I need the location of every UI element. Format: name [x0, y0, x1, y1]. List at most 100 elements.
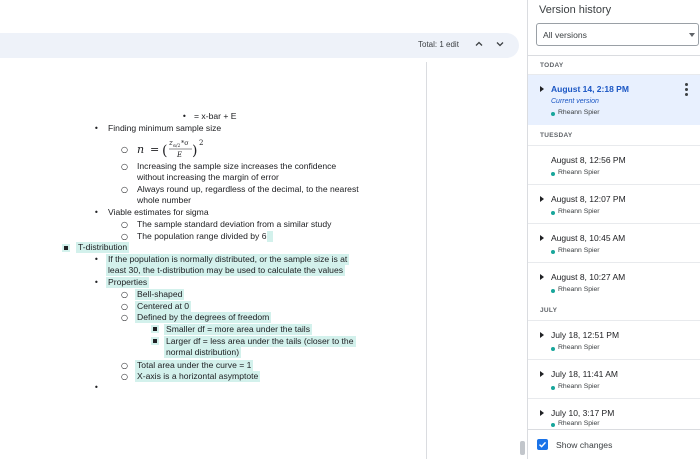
- version-date: August 14, 2:18 PM: [551, 84, 629, 94]
- bullet-square: [153, 339, 157, 343]
- group-label: TUESDAY: [540, 132, 573, 139]
- doc-line-inserted: Centered at 0: [135, 301, 192, 312]
- author-color-dot: [551, 172, 555, 176]
- bullet-hollow: ○: [121, 232, 128, 241]
- more-vert-icon[interactable]: [685, 83, 689, 96]
- bullet-square: [153, 327, 157, 331]
- bullet-filled: •: [94, 278, 99, 287]
- author-color-dot: [551, 211, 555, 215]
- formula-exponent: 2: [199, 139, 203, 147]
- version-author: Rheann Spier: [558, 344, 600, 351]
- bullet-hollow: ○: [121, 220, 128, 229]
- version-item[interactable]: July 18, 12:51 PM Rheann Spier: [528, 320, 700, 359]
- version-author: Rheann Spier: [558, 247, 600, 254]
- expand-caret-icon[interactable]: [540, 371, 544, 377]
- group-label: JULY: [540, 307, 558, 314]
- doc-line-inserted: Larger df = less area under the tails (c…: [164, 336, 356, 347]
- group-header-july: JULY: [528, 301, 700, 319]
- version-author: Rheann Spier: [558, 109, 600, 116]
- show-changes-checkbox[interactable]: [537, 439, 548, 450]
- version-author: Rheann Spier: [558, 286, 600, 293]
- group-label: TODAY: [540, 62, 564, 69]
- version-item[interactable]: July 10, 3:17 PM Rheann Spier: [528, 398, 700, 429]
- doc-line-inserted: If the population is normally distribute…: [106, 254, 350, 265]
- author-color-dot: [551, 112, 555, 116]
- bullet-hollow: ○: [121, 290, 128, 299]
- version-item[interactable]: August 8, 12:07 PM Rheann Spier: [528, 184, 700, 223]
- version-date: July 18, 12:51 PM: [551, 330, 620, 340]
- author-color-dot: [551, 423, 555, 427]
- bullet-hollow: ○: [121, 162, 128, 171]
- version-item[interactable]: July 18, 11:41 AM Rheann Spier: [528, 359, 700, 398]
- author-color-dot: [551, 386, 555, 390]
- document-scrollbar[interactable]: [520, 441, 525, 455]
- document-area: Total: 1 edit • = x-bar + E • Finding mi…: [0, 0, 527, 459]
- doc-line: without increasing the margin of error: [137, 172, 279, 182]
- expand-caret-icon[interactable]: [540, 86, 544, 92]
- group-header-today: TODAY: [528, 56, 700, 74]
- doc-line: whole number: [137, 195, 191, 205]
- doc-line-inserted: Defined by the degrees of freedom: [135, 312, 272, 323]
- version-date: August 8, 10:45 AM: [551, 233, 626, 243]
- bullet-filled: •: [94, 255, 99, 264]
- group-header-tuesday: TUESDAY: [528, 126, 700, 144]
- bullet-filled: •: [94, 124, 99, 133]
- version-date: July 18, 11:41 AM: [551, 369, 618, 379]
- version-filter-dropdown[interactable]: All versions: [536, 23, 699, 46]
- panel-footer: Show changes: [528, 429, 700, 459]
- version-author: Rheann Spier: [558, 208, 600, 215]
- version-date: July 10, 3:17 PM: [551, 408, 615, 418]
- edit-navigation-bar: Total: 1 edit: [0, 33, 519, 58]
- panel-title: Version history: [539, 4, 612, 16]
- checkmark-icon: [539, 441, 547, 448]
- dropdown-caret-icon: [689, 33, 695, 37]
- doc-line-inserted: Total area under the curve = 1: [135, 360, 254, 371]
- expand-caret-icon[interactable]: [540, 196, 544, 202]
- version-item[interactable]: August 8, 10:45 AM Rheann Spier: [528, 223, 700, 262]
- doc-line-inserted: normal distribution): [164, 347, 242, 358]
- page-edge-divider: [426, 62, 427, 459]
- bullet-filled: •: [94, 208, 99, 217]
- formula-sigma: *σ: [181, 139, 189, 147]
- suggested-edit-highlight: [267, 231, 273, 242]
- doc-line-inserted: Smaller df = more area under the tails: [164, 324, 313, 335]
- expand-caret-icon[interactable]: [540, 410, 544, 416]
- doc-line-inserted: Bell-shaped: [135, 289, 185, 300]
- show-changes-label[interactable]: Show changes: [556, 440, 612, 450]
- expand-caret-icon[interactable]: [540, 274, 544, 280]
- doc-line: Finding minimum sample size: [108, 123, 222, 133]
- formula-equals: =: [150, 143, 159, 156]
- bullet-hollow: ○: [121, 313, 128, 322]
- doc-line: Viable estimates for sigma: [108, 207, 209, 217]
- version-date: August 8, 12:56 PM: [551, 155, 626, 165]
- doc-line: Increasing the sample size increases the…: [137, 161, 337, 171]
- doc-line-inserted: T-distribution: [76, 242, 130, 253]
- doc-line: = x-bar + E: [194, 111, 237, 121]
- bullet-hollow: ○: [121, 185, 128, 194]
- expand-caret-icon[interactable]: [540, 332, 544, 338]
- author-color-dot: [551, 347, 555, 351]
- formula-close-paren: ): [192, 143, 197, 159]
- version-author: Rheann Spier: [558, 383, 600, 390]
- bullet-hollow: ○: [121, 302, 128, 311]
- formula-open-paren: (: [162, 143, 167, 159]
- filter-selected-value: All versions: [543, 30, 587, 40]
- chevron-up-icon[interactable]: [473, 39, 485, 51]
- chevron-down-icon[interactable]: [494, 39, 506, 51]
- version-item[interactable]: August 8, 12:56 PM Rheann Spier: [528, 145, 700, 184]
- total-edits-count: Total: 1 edit: [418, 40, 459, 49]
- doc-line-inserted: least 30, the t-distribution may be used…: [106, 265, 346, 276]
- expand-caret-icon[interactable]: [540, 235, 544, 241]
- bullet-square: [64, 246, 68, 250]
- bullet-filled: •: [182, 112, 187, 121]
- version-item-selected[interactable]: August 14, 2:18 PM Current version Rhean…: [528, 74, 700, 125]
- version-history-panel: Version history All versions TODAY Augus…: [527, 0, 700, 459]
- version-date: August 8, 12:07 PM: [551, 194, 626, 204]
- author-color-dot: [551, 250, 555, 254]
- doc-line-inserted: X-axis is a horizontal asymptote: [135, 371, 261, 382]
- doc-line: The population range divided by 6: [137, 231, 267, 241]
- version-item[interactable]: August 8, 10:27 AM Rheann Spier: [528, 262, 700, 300]
- bullet-hollow: ○: [121, 372, 128, 381]
- bullet-filled: •: [94, 383, 99, 392]
- formula-alpha-sub: α/2: [173, 143, 181, 149]
